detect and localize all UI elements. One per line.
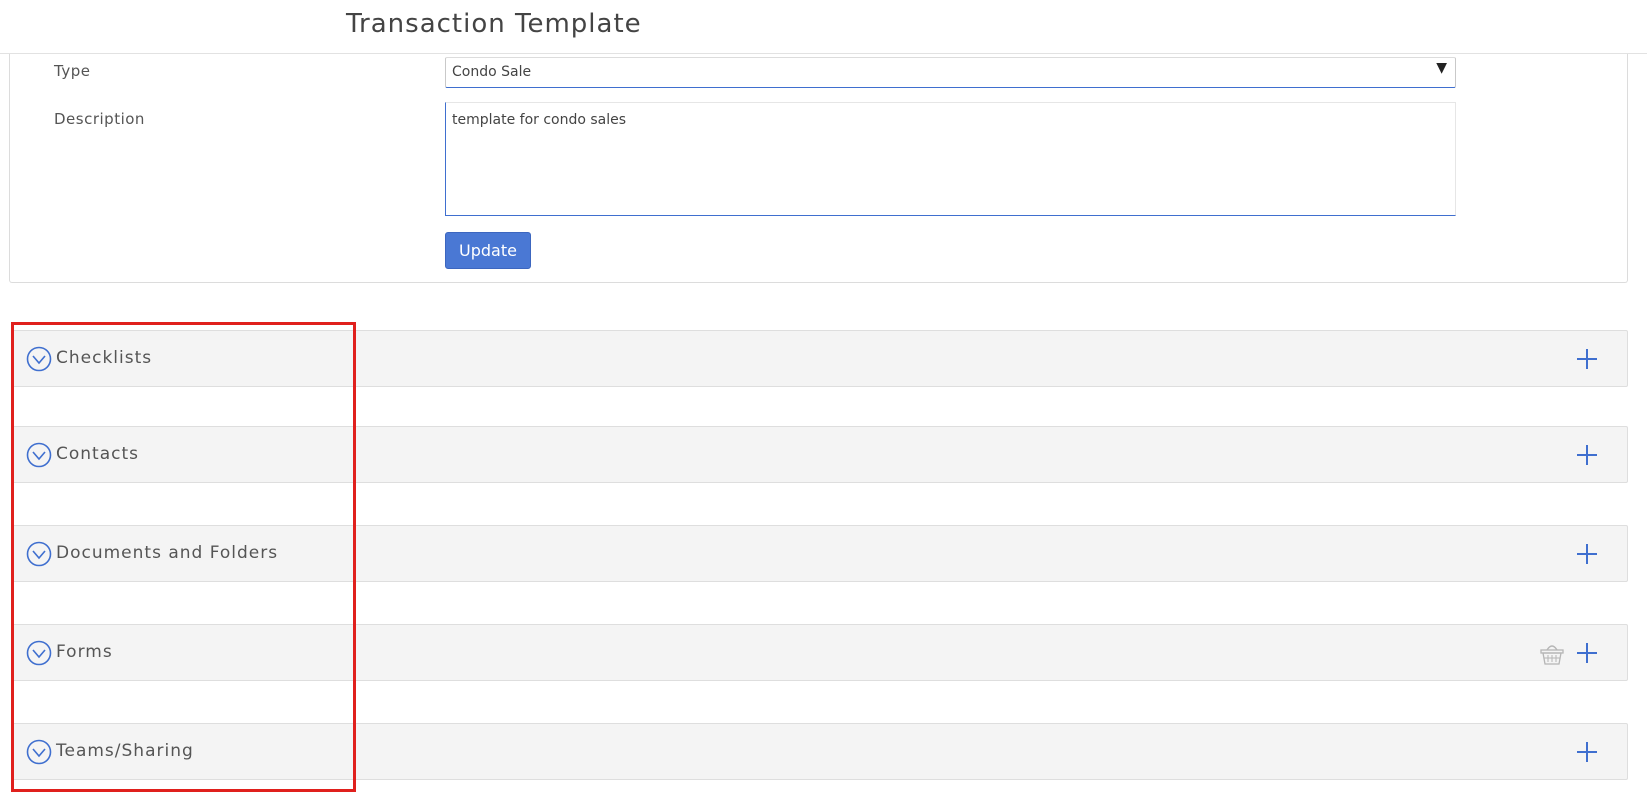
header-bar: Transaction Template bbox=[0, 0, 1647, 54]
section-title[interactable]: Checklists bbox=[56, 348, 152, 368]
page-title: Transaction Template bbox=[346, 9, 642, 39]
plus-icon[interactable] bbox=[1575, 641, 1599, 665]
plus-icon[interactable] bbox=[1575, 443, 1599, 467]
type-selected-value: Condo Sale bbox=[452, 64, 532, 80]
template-form: Type Condo Sale ▼ Description template f… bbox=[9, 54, 1628, 283]
section-contacts: Contacts bbox=[11, 426, 1628, 483]
section-forms: Forms bbox=[11, 624, 1628, 681]
chevron-down-circle-icon[interactable] bbox=[26, 739, 52, 765]
type-select[interactable]: Condo Sale ▼ bbox=[445, 57, 1456, 88]
description-textarea[interactable]: template for condo sales bbox=[445, 102, 1456, 216]
section-checklists: Checklists bbox=[11, 330, 1628, 387]
section-teams-sharing: Teams/Sharing bbox=[11, 723, 1628, 780]
section-title[interactable]: Documents and Folders bbox=[56, 543, 278, 563]
description-text: template for condo sales bbox=[452, 112, 627, 128]
page: Transaction Template Type Condo Sale ▼ D… bbox=[0, 0, 1647, 807]
update-button[interactable]: Update bbox=[445, 232, 531, 269]
chevron-down-circle-icon[interactable] bbox=[26, 346, 52, 372]
dropdown-arrow-icon[interactable]: ▼ bbox=[1436, 60, 1447, 76]
section-title[interactable]: Forms bbox=[56, 642, 113, 662]
chevron-down-circle-icon[interactable] bbox=[26, 541, 52, 567]
description-label: Description bbox=[54, 110, 145, 128]
chevron-down-circle-icon[interactable] bbox=[26, 442, 52, 468]
section-documents-and-folders: Documents and Folders bbox=[11, 525, 1628, 582]
plus-icon[interactable] bbox=[1575, 542, 1599, 566]
chevron-down-circle-icon[interactable] bbox=[26, 640, 52, 666]
plus-icon[interactable] bbox=[1575, 740, 1599, 764]
section-title[interactable]: Teams/Sharing bbox=[56, 741, 194, 761]
basket-icon[interactable] bbox=[1539, 640, 1565, 666]
plus-icon[interactable] bbox=[1575, 347, 1599, 371]
section-title[interactable]: Contacts bbox=[56, 444, 139, 464]
type-label: Type bbox=[54, 62, 91, 80]
